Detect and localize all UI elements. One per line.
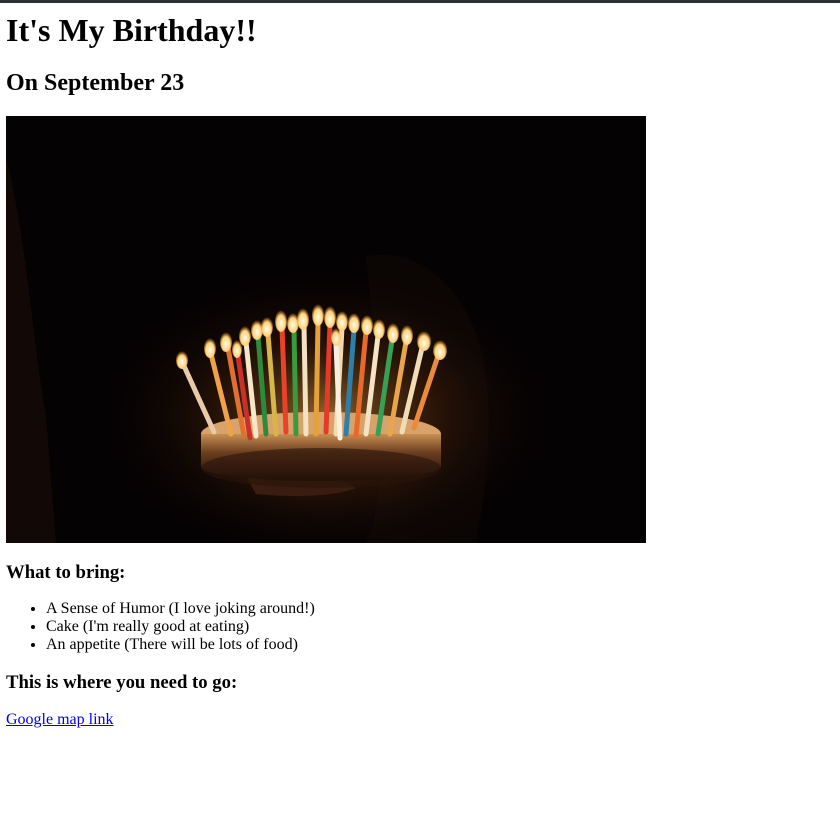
- page-content: It's My Birthday!! On September 23 What …: [0, 12, 840, 729]
- list-item: An appetite (There will be lots of food): [46, 636, 834, 654]
- google-map-link[interactable]: Google map link: [6, 711, 114, 728]
- link-row: Google map link: [6, 710, 834, 729]
- page-subtitle: On September 23: [6, 70, 185, 96]
- birthday-cake-photo: [6, 116, 646, 543]
- bring-list: A Sense of Humor (I love joking around!)…: [6, 600, 834, 654]
- page-title: It's My Birthday!!: [6, 12, 257, 48]
- list-item: Cake (I'm really good at eating): [46, 618, 834, 636]
- what-to-bring-heading: What to bring:: [6, 562, 126, 583]
- list-item: A Sense of Humor (I love joking around!): [46, 600, 834, 618]
- directions-heading: This is where you need to go:: [6, 672, 238, 693]
